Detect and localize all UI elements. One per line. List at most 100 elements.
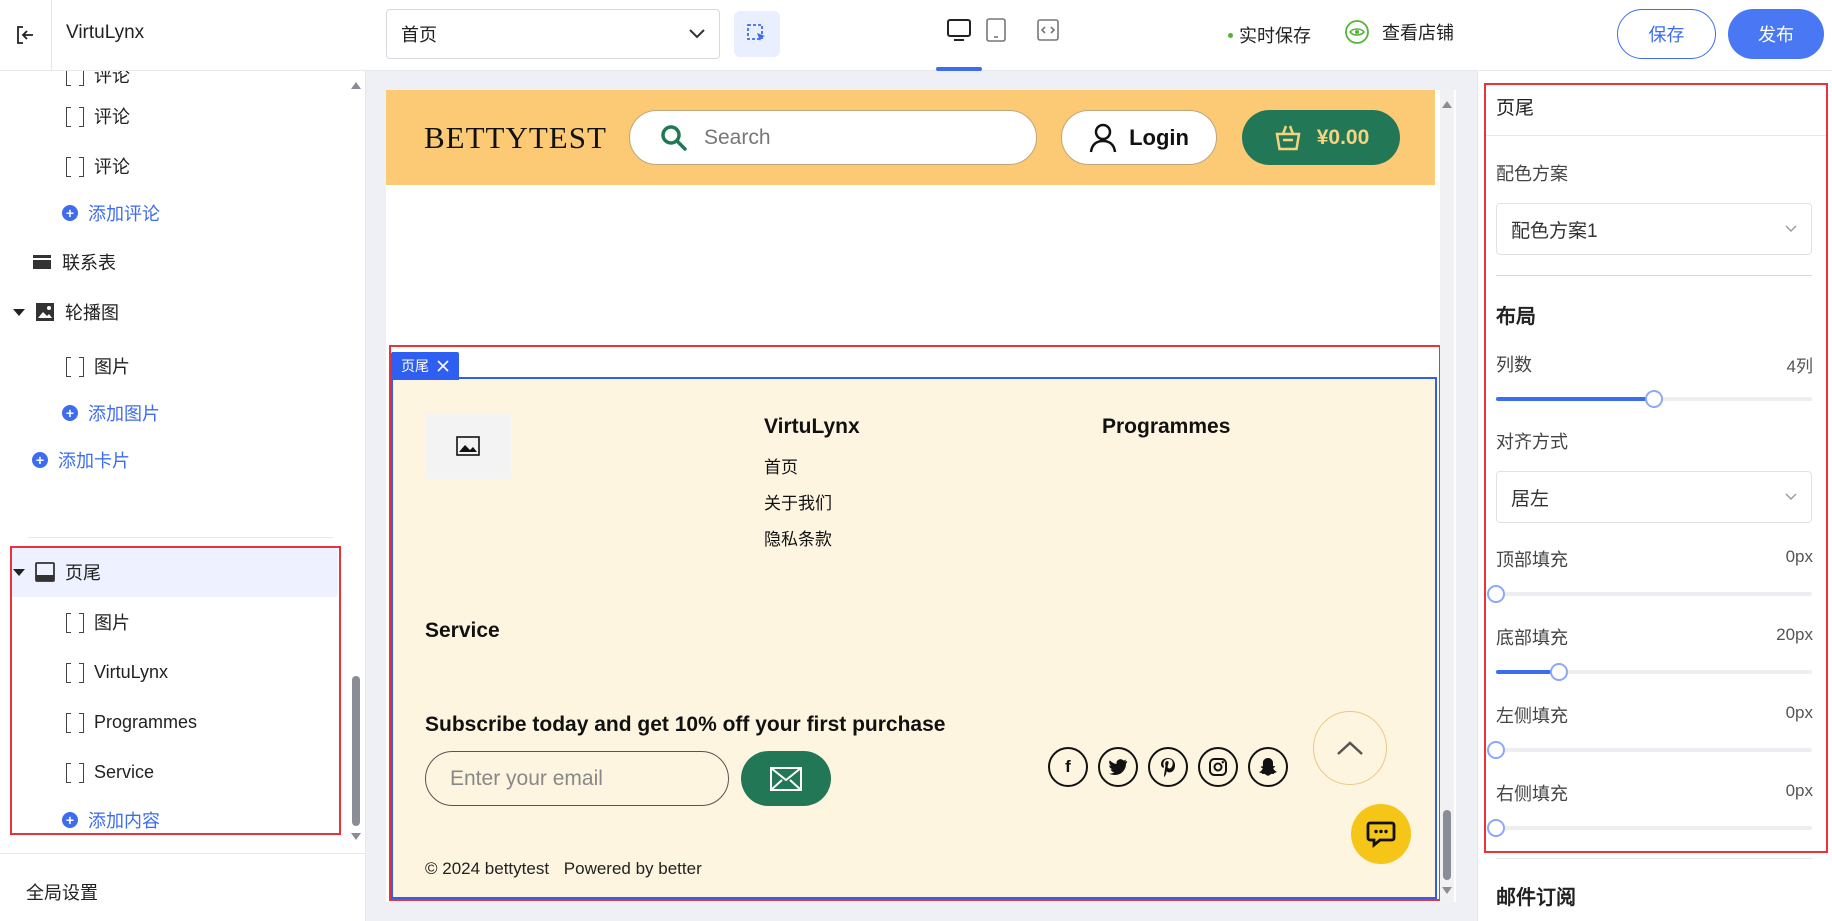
- scroll-down-arrow-icon: [351, 833, 361, 840]
- plus-circle-icon: +: [62, 205, 78, 221]
- email-placeholder: Enter your email: [450, 766, 603, 790]
- snapchat-icon[interactable]: [1248, 747, 1288, 787]
- sidebar-divider: [0, 853, 365, 854]
- scroll-down-arrow-icon: [1442, 887, 1452, 894]
- cart-total: ¥0.00: [1316, 125, 1370, 149]
- fullwidth-view-button[interactable]: [1032, 14, 1064, 46]
- autosave-status: 实时保存: [1228, 22, 1311, 48]
- view-store-link[interactable]: 查看店铺: [1344, 19, 1454, 45]
- shop-search-input[interactable]: Search: [629, 110, 1037, 165]
- caret-down-icon: [13, 308, 25, 316]
- footer-section-tag[interactable]: 页尾: [391, 352, 459, 380]
- canvas-scroll-thumb[interactable]: [1443, 810, 1451, 880]
- tree-item-label: 联系表: [62, 253, 116, 273]
- publish-button[interactable]: 发布: [1728, 9, 1824, 59]
- image-icon: [456, 436, 480, 456]
- autosave-dot: [1228, 32, 1233, 38]
- footer-link-home[interactable]: 首页: [764, 453, 798, 478]
- footer-settings-highlight-box: [1484, 83, 1828, 853]
- page-select[interactable]: 首页: [386, 9, 720, 59]
- footer-col-virtulynx-title[interactable]: VirtuLynx: [764, 415, 860, 439]
- envelope-icon: [770, 766, 802, 791]
- tree-item-review-partial[interactable]: 评论: [66, 71, 130, 87]
- top-toolbar: VirtuLynx 首页 实时保存 查看店铺 保存 发布: [0, 0, 1832, 71]
- tree-item-label: 轮播图: [65, 303, 119, 323]
- tree-item-label: 评论: [94, 107, 130, 127]
- tree-item-label: 评论: [94, 157, 130, 177]
- panel-divider: [1496, 858, 1812, 859]
- footer-section[interactable]: VirtuLynx 首页 关于我们 隐私条款 Programmes Servic…: [391, 377, 1437, 899]
- plus-circle-icon: +: [62, 405, 78, 421]
- settings-panel: 页尾 配色方案 配色方案1 布局 列数 4列 对齐方式 居左 顶部填充 0px …: [1477, 71, 1832, 921]
- pinterest-icon[interactable]: [1148, 747, 1188, 787]
- desktop-view-button[interactable]: [943, 14, 975, 46]
- subscribe-submit-button[interactable]: [741, 751, 831, 806]
- powered-by-text: Powered by better: [563, 859, 702, 878]
- app-title: VirtuLynx: [66, 22, 145, 43]
- save-button[interactable]: 保存: [1617, 9, 1716, 59]
- chat-bubble-icon: [1366, 821, 1396, 848]
- section-tree-sidebar: 评论 评论 评论 + 添加评论 联系表 轮播图 图片 + 添加图片 + 添加卡片…: [0, 71, 366, 921]
- canvas-scrollbar[interactable]: [1440, 90, 1454, 902]
- tree-item-label: 评论: [94, 71, 130, 86]
- scroll-to-top-button[interactable]: [1313, 711, 1387, 785]
- subscribe-email-input[interactable]: Enter your email: [425, 751, 729, 806]
- footer-tag-label: 页尾: [401, 358, 429, 374]
- tree-item-label: 添加卡片: [58, 451, 130, 471]
- form-section-icon: [33, 255, 51, 269]
- tablet-view-button[interactable]: [980, 14, 1012, 46]
- select-tool-button[interactable]: [734, 11, 780, 57]
- tree-item-review[interactable]: 评论: [66, 154, 130, 178]
- chevron-up-icon: [1337, 741, 1363, 755]
- tree-item-contact-form[interactable]: 联系表: [32, 250, 116, 274]
- search-placeholder: Search: [704, 125, 771, 149]
- scroll-up-arrow-icon: [1442, 101, 1452, 108]
- autosave-label: 实时保存: [1239, 26, 1311, 46]
- image-section-icon: [36, 303, 54, 321]
- page-select-value: 首页: [401, 25, 437, 45]
- tree-divider: [28, 537, 333, 538]
- sidebar-scroll-thumb[interactable]: [352, 676, 360, 826]
- page-preview: BETTYTEST Search Login ¥0.00 VirtuLynx 首…: [386, 90, 1456, 902]
- plus-circle-icon: +: [32, 452, 48, 468]
- tree-item-review[interactable]: 评论: [66, 104, 130, 128]
- tree-item-label: 图片: [94, 357, 130, 377]
- search-icon: [661, 124, 687, 151]
- facebook-icon[interactable]: f: [1048, 747, 1088, 787]
- add-review-button[interactable]: + 添加评论: [62, 201, 160, 225]
- tree-item-image[interactable]: 图片: [66, 354, 130, 378]
- tree-item-carousel[interactable]: 轮播图: [13, 300, 119, 324]
- exit-editor-button[interactable]: [0, 0, 52, 70]
- block-icon: [66, 107, 84, 127]
- global-settings-link[interactable]: 全局设置: [26, 879, 98, 905]
- shop-brand[interactable]: BETTYTEST: [424, 120, 607, 156]
- login-label: Login: [1129, 124, 1189, 150]
- footer-link-about[interactable]: 关于我们: [764, 489, 832, 514]
- view-store-label: 查看店铺: [1382, 23, 1454, 43]
- tablet-icon: [986, 18, 1006, 42]
- footer-col-programmes-title[interactable]: Programmes: [1102, 415, 1230, 439]
- footer-col-service-title[interactable]: Service: [425, 619, 500, 643]
- email-subscribe-heading: 邮件订阅: [1496, 887, 1576, 909]
- block-icon: [66, 357, 84, 377]
- expand-width-icon: [1037, 19, 1059, 41]
- twitter-icon[interactable]: [1098, 747, 1138, 787]
- add-card-button[interactable]: + 添加卡片: [32, 448, 130, 472]
- tree-item-label: 添加评论: [88, 204, 160, 224]
- eye-icon: [1345, 20, 1369, 44]
- footer-copyright: © 2024 bettytest Powered by better: [425, 859, 702, 879]
- instagram-icon[interactable]: [1198, 747, 1238, 787]
- shop-cart-button[interactable]: ¥0.00: [1242, 110, 1400, 165]
- close-icon[interactable]: [437, 360, 449, 372]
- footer-image-placeholder[interactable]: [425, 413, 511, 479]
- shop-login-button[interactable]: Login: [1061, 110, 1217, 165]
- subscribe-title: Subscribe today and get 10% off your fir…: [425, 713, 946, 736]
- shop-header[interactable]: BETTYTEST Search Login ¥0.00: [386, 90, 1435, 185]
- footer-link-privacy[interactable]: 隐私条款: [764, 525, 832, 550]
- block-icon: [66, 71, 84, 86]
- desktop-icon: [947, 19, 971, 41]
- add-image-button[interactable]: + 添加图片: [62, 401, 160, 425]
- tree-item-label: 添加图片: [88, 404, 160, 424]
- basket-icon: [1275, 125, 1301, 150]
- chat-widget-button[interactable]: [1351, 804, 1411, 864]
